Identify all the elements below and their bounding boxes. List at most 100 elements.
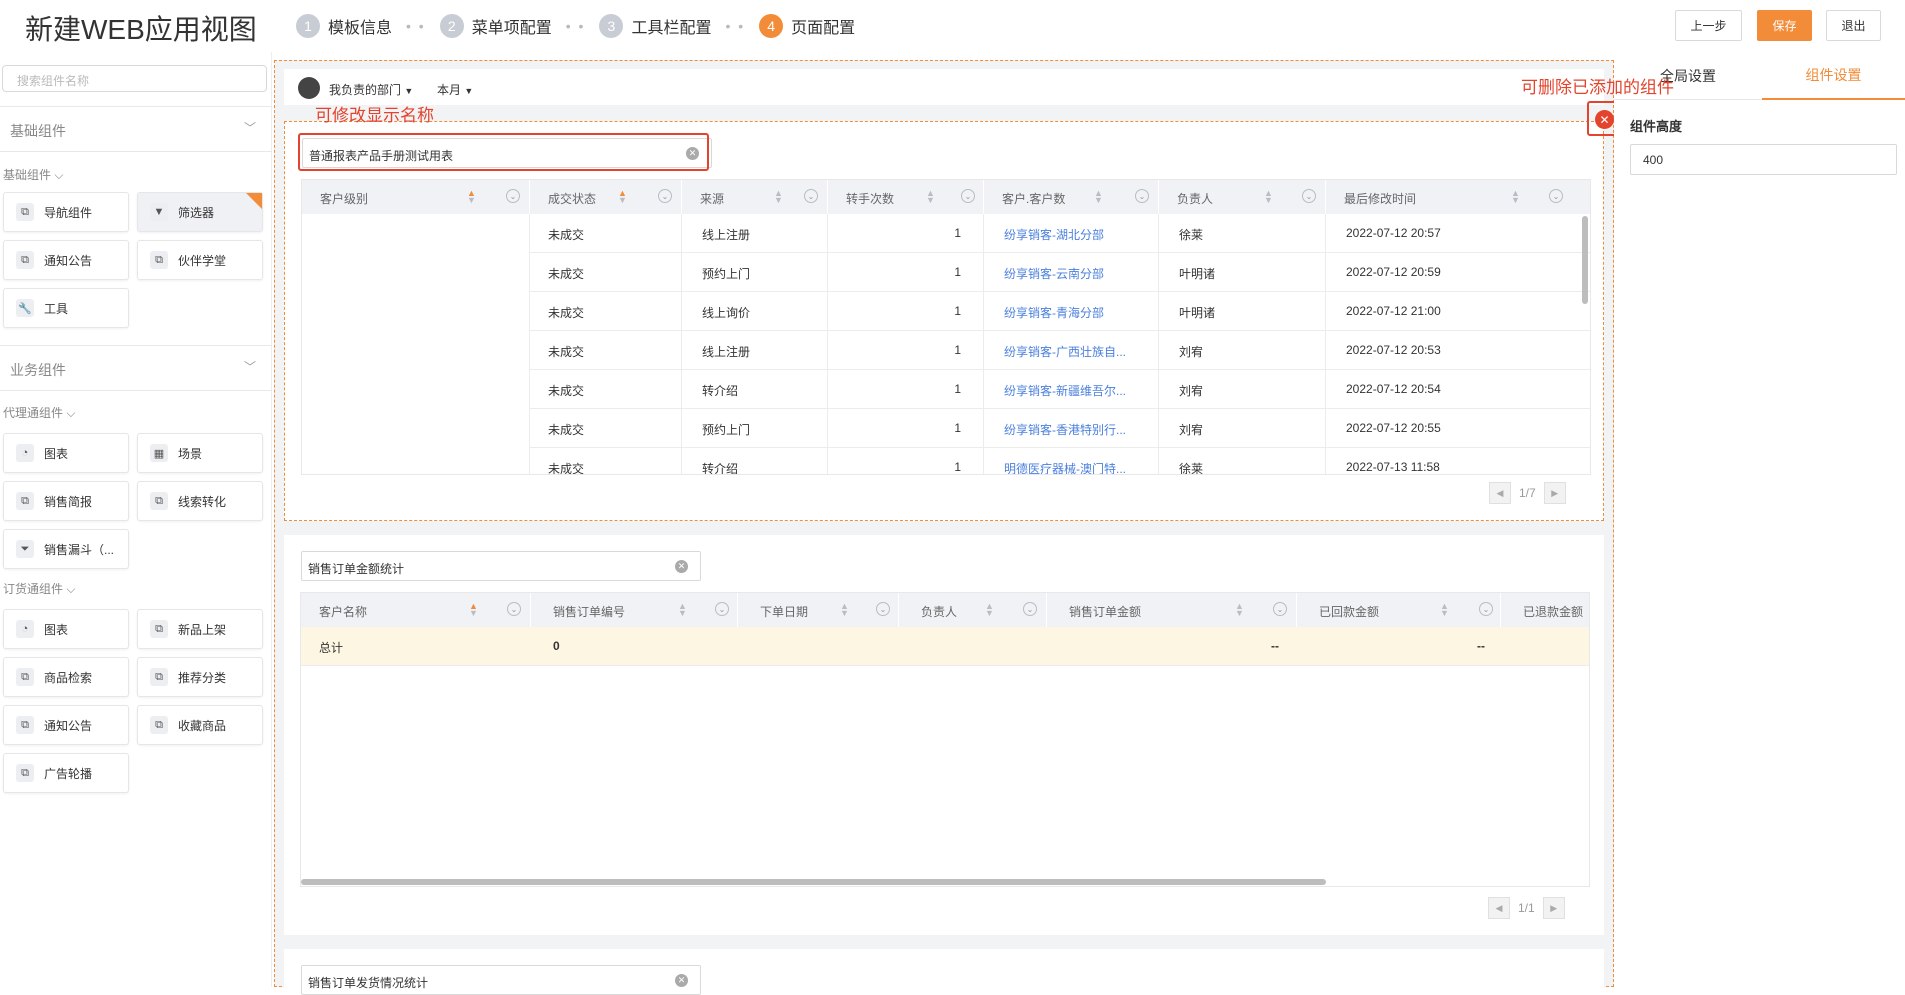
chevron-down-icon[interactable]: ⌄ [1549, 189, 1563, 203]
column-header[interactable]: 已回款金额 ▲ ▼ ⌄ [1297, 593, 1501, 627]
step-number: 1 [296, 14, 320, 38]
chevron-down-icon[interactable]: ⌄ [961, 189, 975, 203]
widget-name-input[interactable]: 销售订单金额统计 ✕ [301, 551, 701, 581]
report-widget-2[interactable]: 销售订单金额统计 ✕ 客户名称 ▲ ▼ ⌄ 销售订单编号 ▲ ▼ ⌄ 下单日期 ▲ ▼ ⌄ 负责人 ▲… [284, 535, 1604, 935]
sort-icon[interactable]: ▲ ▼ [1440, 602, 1449, 618]
step-1[interactable]: 1 模板信息 [296, 14, 392, 38]
vertical-scrollbar[interactable] [1582, 216, 1588, 304]
sort-icon[interactable]: ▲ ▼ [1235, 602, 1244, 618]
subgroup-order[interactable]: 订货通组件 ⌵ [3, 580, 75, 597]
sort-icon[interactable]: ▲ ▼ [840, 602, 849, 618]
step-2[interactable]: 2 菜单项配置 [439, 14, 552, 38]
step-4[interactable]: 4 页面配置 [759, 14, 855, 38]
column-header[interactable]: 客户名称 ▲ ▼ ⌄ [301, 593, 531, 627]
step-3[interactable]: 3 工具栏配置 [599, 14, 711, 38]
component-item-filter[interactable]: ▼ 筛选器 [137, 192, 263, 232]
table-cell-customer[interactable]: 纷享销客-青海分部 [984, 292, 1159, 331]
chevron-down-icon[interactable]: ⌄ [876, 602, 890, 616]
chevron-down-icon[interactable]: ⌄ [1302, 189, 1316, 203]
prev-page-button[interactable]: ◀ [1489, 482, 1511, 504]
table-cell-customer[interactable]: 纷享销客-湖北分部 [984, 214, 1159, 253]
component-item-chart[interactable]: ◔ 图表 [3, 609, 129, 649]
sort-icon[interactable]: ▲ ▼ [678, 602, 687, 618]
component-item-scene[interactable]: ▦ 场景 [137, 433, 263, 473]
chevron-down-icon[interactable]: ⌄ [804, 189, 818, 203]
subgroup-basic[interactable]: 基础组件 ⌵ [3, 166, 63, 183]
column-header[interactable]: 客户.客户数 ▲ ▼ ⌄ [984, 180, 1159, 214]
prev-page-button[interactable]: ◀ [1488, 897, 1510, 919]
chevron-down-icon[interactable]: ⌄ [506, 189, 520, 203]
table-cell-count: 1 [828, 292, 984, 331]
sort-icon[interactable]: ▲ ▼ [774, 189, 783, 205]
column-header[interactable]: 客户级别 ▲ ▼ ⌄ [302, 180, 530, 214]
widget-name-input[interactable]: 销售订单发货情况统计 ✕ [301, 965, 701, 995]
column-header[interactable]: 已退款金额 [1501, 593, 1589, 627]
component-item-lead-conversion[interactable]: ⧉ 线索转化 [137, 481, 263, 521]
column-header[interactable]: 最后修改时间 ▲ ▼ ⌄ [1326, 180, 1590, 214]
height-input[interactable]: 400 [1630, 144, 1897, 175]
component-item-recommend-category[interactable]: ⧉ 推荐分类 [137, 657, 263, 697]
department-filter[interactable]: 我负责的部门 ▼ [329, 81, 413, 98]
chevron-down-icon[interactable]: ⌄ [507, 602, 521, 616]
component-search-input[interactable]: 搜索组件名称 [2, 65, 267, 92]
sort-icon[interactable]: ▲ ▼ [1511, 189, 1520, 205]
subgroup-agent[interactable]: 代理通组件 ⌵ [3, 404, 75, 421]
prev-step-button[interactable]: 上一步 [1675, 10, 1742, 41]
report-table: 客户级别 ▲ ▼ ⌄ 成交状态 ▲ ▼ ⌄ 来源 ▲ ▼ ⌄ 转手次数 ▲ ▼ ⌄ 客户.客户数 ▲ ▼ ⌄ … [301, 179, 1591, 475]
table-cell-customer[interactable]: 纷享销客-新疆维吾尔... [984, 370, 1159, 409]
sort-icon[interactable]: ▲ ▼ [985, 602, 994, 618]
column-header[interactable]: 来源 ▲ ▼ ⌄ [682, 180, 828, 214]
component-item-partner-school[interactable]: ⧉ 伙伴学堂 [137, 240, 263, 280]
report-widget-1[interactable]: 普通报表产品手册测试用表 ✕ 客户级别 ▲ ▼ ⌄ 成交状态 ▲ ▼ ⌄ 来源 ▲ ▼ ⌄ 转手次数… [284, 121, 1604, 521]
group-business-header[interactable]: 业务组件 ﹀ [0, 345, 272, 391]
column-header[interactable]: 销售订单编号 ▲ ▼ ⌄ [531, 593, 738, 627]
sort-icon[interactable]: ▲ ▼ [926, 189, 935, 205]
column-header[interactable]: 转手次数 ▲ ▼ ⌄ [828, 180, 984, 214]
component-item-notice[interactable]: ⧉ 通知公告 [3, 240, 129, 280]
exit-button[interactable]: 退出 [1826, 10, 1881, 41]
column-header[interactable]: 下单日期 ▲ ▼ ⌄ [738, 593, 899, 627]
chevron-down-icon[interactable]: ⌄ [1273, 602, 1287, 616]
sort-icon[interactable]: ▲ ▼ [469, 602, 478, 618]
component-item-product-search[interactable]: ⧉ 商品检索 [3, 657, 129, 697]
chevron-down-icon[interactable]: ⌄ [658, 189, 672, 203]
next-page-button[interactable]: ▶ [1543, 482, 1566, 504]
delete-widget-icon[interactable]: ✕ [1595, 110, 1614, 129]
table-cell-customer[interactable]: 明德医疗器械-澳门特... [984, 448, 1159, 474]
horizontal-scrollbar[interactable] [301, 879, 1326, 885]
period-filter[interactable]: 本月 ▼ [437, 81, 473, 98]
clear-icon[interactable]: ✕ [675, 974, 688, 987]
column-header[interactable]: 成交状态 ▲ ▼ ⌄ [530, 180, 682, 214]
component-item-nav[interactable]: ⧉ 导航组件 [3, 192, 129, 232]
avatar[interactable] [298, 77, 320, 99]
chevron-down-icon[interactable]: ⌄ [715, 602, 729, 616]
component-item-favorites[interactable]: ⧉ 收藏商品 [137, 705, 263, 745]
sort-icon[interactable]: ▲ ▼ [1094, 189, 1103, 205]
chevron-down-icon[interactable]: ⌄ [1479, 602, 1493, 616]
group-basic-header[interactable]: 基础组件 ﹀ [0, 106, 272, 152]
step-number: 3 [599, 14, 624, 38]
tab-component-settings[interactable]: 组件设置 [1762, 52, 1905, 100]
report-widget-3[interactable]: 销售订单发货情况统计 ✕ [284, 949, 1604, 995]
table-cell-customer[interactable]: 纷享销客-云南分部 [984, 253, 1159, 292]
column-header[interactable]: 负责人 ▲ ▼ ⌄ [1159, 180, 1326, 214]
column-header[interactable]: 负责人 ▲ ▼ ⌄ [899, 593, 1047, 627]
column-header[interactable]: 销售订单金额 ▲ ▼ ⌄ [1047, 593, 1297, 627]
chevron-down-icon[interactable]: ⌄ [1135, 189, 1149, 203]
sort-icon[interactable]: ▲ ▼ [467, 189, 476, 205]
save-button[interactable]: 保存 [1757, 10, 1812, 41]
table-cell-customer[interactable]: 纷享销客-广西壮族自... [984, 331, 1159, 370]
component-item-sales-funnel[interactable]: ⏷ 销售漏斗（... [3, 529, 129, 569]
component-item-chart[interactable]: ◔ 图表 [3, 433, 129, 473]
component-item-new-products[interactable]: ⧉ 新品上架 [137, 609, 263, 649]
component-item-tools[interactable]: 🔧 工具 [3, 288, 129, 328]
component-item-notice[interactable]: ⧉ 通知公告 [3, 705, 129, 745]
table-cell-customer[interactable]: 纷享销客-香港特别行... [984, 409, 1159, 448]
sort-icon[interactable]: ▲ ▼ [618, 189, 627, 205]
next-page-button[interactable]: ▶ [1542, 897, 1565, 919]
chevron-down-icon[interactable]: ⌄ [1023, 602, 1037, 616]
component-item-ad-carousel[interactable]: ⧉ 广告轮播 [3, 753, 129, 793]
sort-icon[interactable]: ▲ ▼ [1264, 189, 1273, 205]
clear-icon[interactable]: ✕ [675, 560, 688, 573]
component-item-sales-brief[interactable]: ⧉ 销售简报 [3, 481, 129, 521]
